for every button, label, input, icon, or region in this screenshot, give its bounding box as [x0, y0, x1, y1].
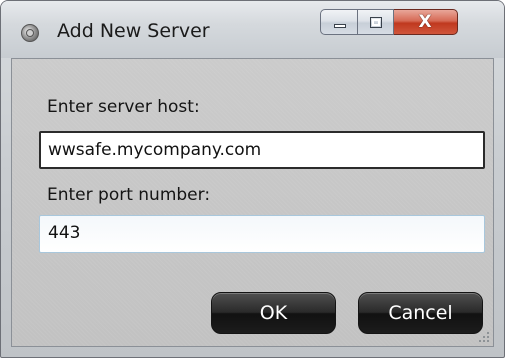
app-icon [21, 24, 39, 42]
resize-grip-icon[interactable] [478, 331, 490, 343]
host-label: Enter server host: [47, 97, 200, 117]
minimize-button[interactable] [320, 9, 358, 35]
close-button[interactable]: X [394, 9, 458, 35]
dialog-content: Enter server host: wwsafe.mycompany.com … [11, 58, 494, 347]
window-title: Add New Server [57, 20, 210, 42]
cancel-button[interactable]: Cancel [358, 292, 483, 334]
port-label: Enter port number: [47, 185, 211, 205]
title-bar[interactable]: Add New Server X [1, 1, 504, 58]
caption-buttons: X [320, 9, 458, 35]
ok-button[interactable]: OK [211, 292, 336, 334]
host-input[interactable]: wwsafe.mycompany.com [39, 131, 485, 169]
close-icon: X [418, 12, 432, 32]
port-input[interactable]: 443 [39, 215, 485, 253]
minimize-icon [334, 24, 346, 28]
dialog-window: Add New Server X Enter server host: wwsa… [0, 0, 505, 358]
maximize-button[interactable] [358, 9, 394, 35]
maximize-icon [370, 17, 382, 28]
